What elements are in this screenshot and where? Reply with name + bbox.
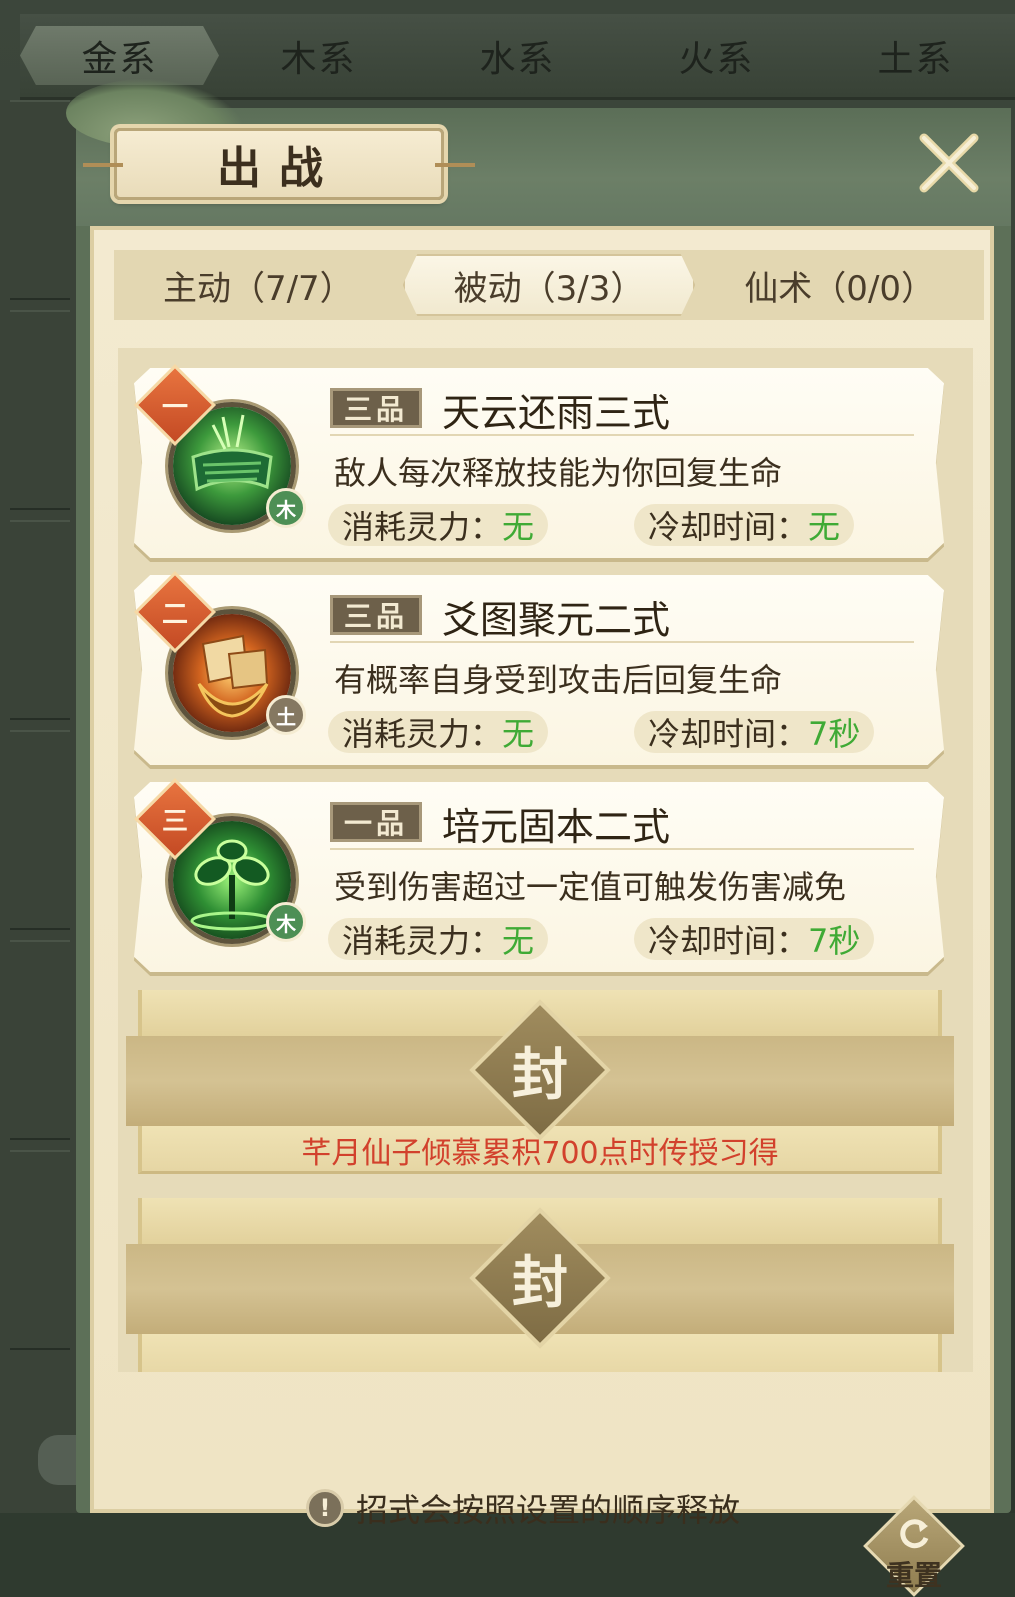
cooldown-label: 冷却时间： (648, 715, 809, 753)
skill-name: 培元固本二式 (442, 805, 671, 849)
skill-list[interactable]: 一 木 三品 天云还雨三式 敌人每次释放技能为你回复生命 消耗灵力： 无 冷却时… (118, 348, 973, 1372)
sealed-slot-1[interactable]: 封 芊月仙子倾慕累积700点时传授习得 (126, 990, 954, 1176)
tab-label: 仙术（0/0） (744, 268, 936, 309)
mana-cost-value: 无 (502, 508, 535, 546)
tab-label: 土系 (877, 38, 954, 80)
background-row (10, 940, 70, 1140)
grade-badge: 一品 (330, 802, 422, 842)
background-list-strip (0, 100, 80, 1513)
sealed-slot-2[interactable]: 封 (126, 1198, 954, 1372)
hint-text: 招式会按照设置的顺序释放 (356, 1491, 741, 1529)
mana-cost-label: 消耗灵力： (342, 922, 503, 960)
grade-badge: 三品 (330, 388, 422, 428)
tab-label: 火系 (678, 38, 755, 80)
tab-label: 金系 (81, 38, 158, 80)
cooldown-value: 无 (808, 508, 841, 546)
background-row (10, 1150, 70, 1350)
background-scroll-handle (38, 1435, 78, 1485)
cooldown: 冷却时间： 7秒 (634, 918, 875, 960)
skill-description: 受到伤害超过一定值可触发伤害减免 (334, 868, 847, 906)
divider (330, 641, 914, 643)
grade-badge: 三品 (330, 595, 422, 635)
mana-cost-label: 消耗灵力： (342, 508, 503, 546)
tab-active-skills[interactable]: 主动（7/7） (114, 250, 403, 320)
mana-cost-label: 消耗灵力： (342, 715, 503, 753)
skill-card-content: 一品 培元固本二式 受到伤害超过一定值可触发伤害减免 消耗灵力： 无 冷却时间：… (134, 782, 944, 972)
tab-immortal-arts[interactable]: 仙术（0/0） (695, 250, 984, 320)
exclamation-icon: ! (306, 1489, 344, 1527)
background-row (10, 520, 70, 720)
skill-name: 爻图聚元二式 (442, 598, 671, 642)
skill-card-content: 三品 天云还雨三式 敌人每次释放技能为你回复生命 消耗灵力： 无 冷却时间： 无 (134, 368, 944, 558)
unlock-condition: 芊月仙子倾慕累积700点时传授习得 (301, 1136, 779, 1171)
skill-name: 天云还雨三式 (442, 391, 671, 435)
background-row (10, 730, 70, 930)
cooldown-value: 7秒 (808, 922, 861, 960)
mana-cost: 消耗灵力： 无 (328, 918, 549, 960)
battle-loadout-dialog: 出战 主动（7/7） 被动（3/3） 仙术（0/0） 一 木 三品 天云还雨三式… (66, 78, 1011, 1597)
cooldown: 冷却时间： 无 (634, 504, 855, 546)
divider (330, 848, 914, 850)
cooldown-label: 冷却时间： (648, 508, 809, 546)
mana-cost-value: 无 (502, 715, 535, 753)
cooldown: 冷却时间： 7秒 (634, 711, 875, 753)
skill-description: 有概率自身受到攻击后回复生命 (334, 661, 783, 699)
tab-water[interactable]: 水系 (418, 14, 617, 97)
close-button[interactable] (914, 128, 984, 198)
tab-label: 水系 (479, 38, 556, 80)
cooldown-value: 7秒 (808, 715, 861, 753)
order-hint: ! 招式会按照设置的顺序释放 (306, 1485, 740, 1531)
tab-wood[interactable]: 木系 (219, 14, 418, 97)
mana-cost: 消耗灵力： 无 (328, 504, 549, 546)
cooldown-label: 冷却时间： (648, 922, 809, 960)
background-row (10, 100, 70, 300)
background-row (10, 310, 70, 510)
tab-fire[interactable]: 火系 (617, 14, 816, 97)
tab-earth[interactable]: 土系 (816, 14, 1015, 97)
tab-label: 木系 (280, 38, 357, 80)
divider (330, 434, 914, 436)
mana-cost: 消耗灵力： 无 (328, 711, 549, 753)
close-icon (919, 133, 979, 193)
dialog-title: 出战 (217, 143, 341, 194)
refresh-icon (890, 1510, 938, 1558)
skill-card-content: 三品 爻图聚元二式 有概率自身受到攻击后回复生命 消耗灵力： 无 冷却时间： 7… (134, 575, 944, 765)
tab-metal[interactable]: 金系 (20, 26, 219, 85)
parchment-panel: 主动（7/7） 被动（3/3） 仙术（0/0） 一 木 三品 天云还雨三式 敌人… (90, 226, 994, 1597)
reset-button[interactable]: 重置 (863, 1495, 965, 1597)
tab-label: 被动（3/3） (453, 268, 645, 309)
seal-char: 封 (512, 1249, 568, 1316)
skill-description: 敌人每次释放技能为你回复生命 (334, 454, 783, 492)
tab-passive-skills[interactable]: 被动（3/3） (402, 254, 696, 316)
reset-label: 重置 (885, 1559, 942, 1592)
title-plaque: 出战 (83, 128, 475, 200)
skill-type-tabs: 主动（7/7） 被动（3/3） 仙术（0/0） (114, 250, 984, 320)
mana-cost-value: 无 (502, 922, 535, 960)
tab-label: 主动（7/7） (162, 268, 354, 309)
seal-char: 封 (512, 1041, 568, 1108)
